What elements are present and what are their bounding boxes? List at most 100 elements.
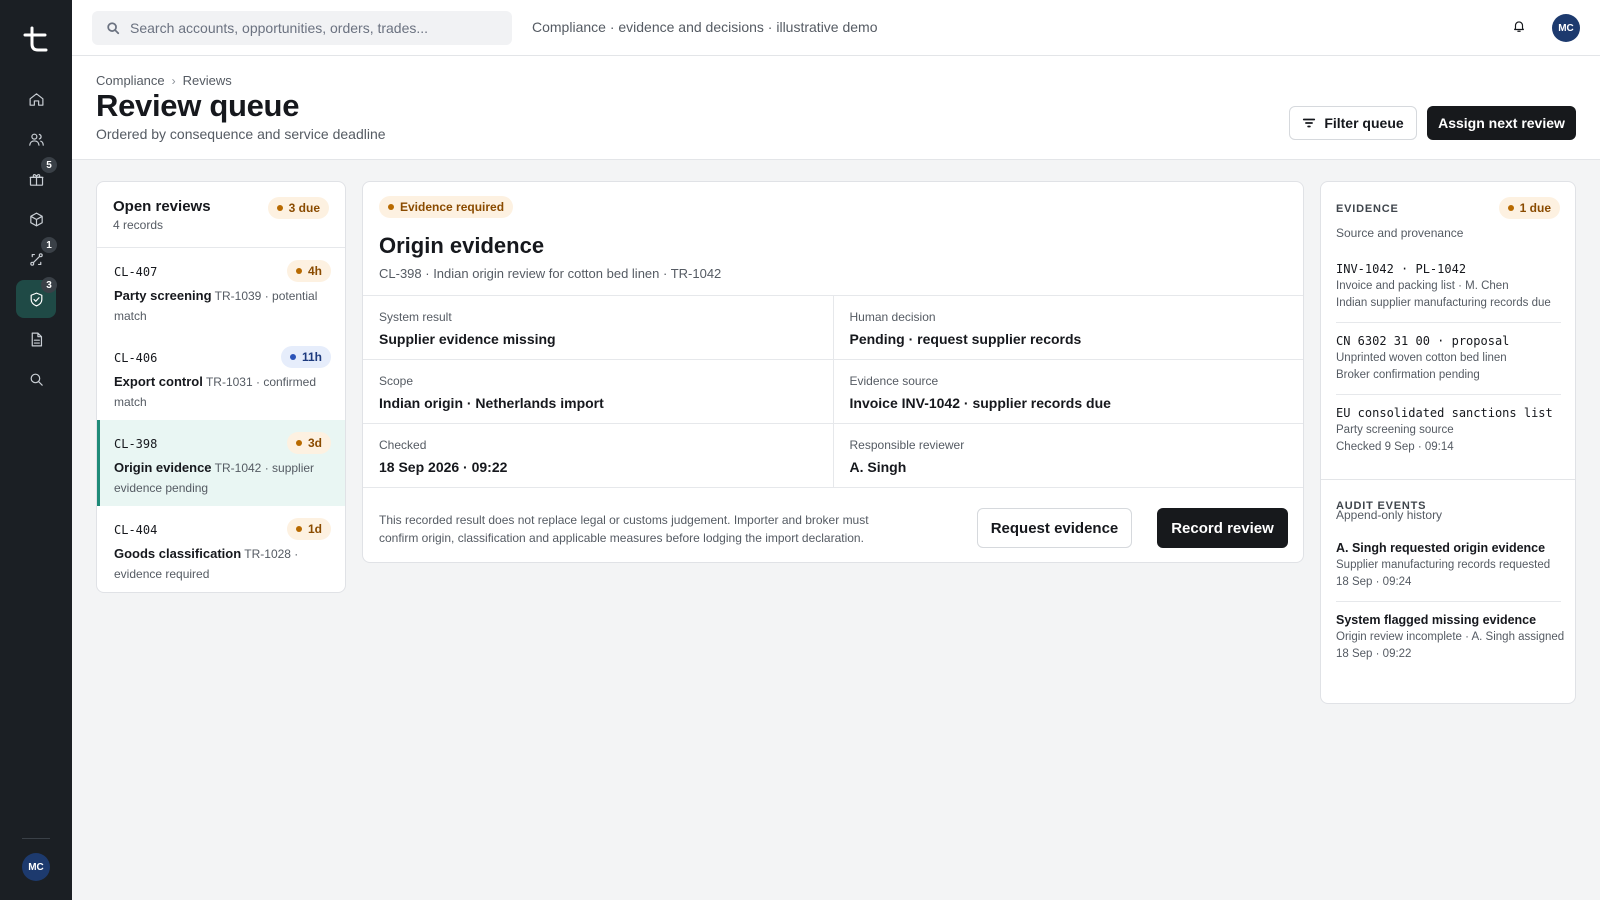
queue-item-ref: TR-1039 bbox=[214, 289, 262, 303]
assign-next-review-button[interactable]: Assign next review bbox=[1427, 106, 1576, 140]
nav-badge: 5 bbox=[41, 157, 57, 173]
evidence-subtitle: Source and provenance bbox=[1336, 226, 1464, 240]
audit-subtitle: Append-only history bbox=[1336, 508, 1443, 522]
filter-icon bbox=[1303, 118, 1316, 128]
queue-item-summary: Origin evidence TR-1042 · supplier evide… bbox=[114, 460, 315, 495]
nav-home[interactable] bbox=[16, 80, 56, 118]
notifications-button[interactable] bbox=[1512, 19, 1530, 37]
queue-item-summary: Party screening TR-1039 · potential matc… bbox=[114, 288, 318, 323]
page-header: Compliance › Reviews Review queue Ordere… bbox=[72, 56, 1600, 160]
nav-contacts[interactable] bbox=[16, 120, 56, 158]
queue-item-ref: TR-1042 bbox=[214, 461, 262, 475]
breadcrumb-separator: › bbox=[171, 73, 176, 88]
deadline-label: 3d bbox=[307, 436, 322, 450]
queue-item-ref: TR-1031 bbox=[205, 375, 253, 389]
topbar: Compliance · evidence and decisions · il… bbox=[72, 0, 1600, 56]
review-subtitle: CL-398 · Indian origin review for cotton… bbox=[379, 266, 722, 281]
field-checked: Checked 18 Sep 2026 · 09:22 bbox=[363, 424, 833, 487]
evidence-detail: Invoice and packing list · M. Chen bbox=[1336, 280, 1509, 292]
queue-item-title: Party screening bbox=[114, 288, 212, 303]
queue-item[interactable]: CL-407 4h Party screening TR-1039 · pote… bbox=[97, 248, 345, 334]
evidence-divider bbox=[1336, 322, 1561, 323]
queue-item-title: Goods classification bbox=[114, 546, 242, 561]
audit-event: System flagged missing evidence Origin r… bbox=[1336, 613, 1568, 661]
evidence-code: EU consolidated sanctions list bbox=[1336, 406, 1553, 420]
queue-item[interactable]: CL-406 11h Export control TR-1031 · conf… bbox=[97, 334, 345, 420]
evidence-detail: Broker confirmation pending bbox=[1336, 369, 1480, 381]
review-title: Origin evidence bbox=[379, 233, 545, 258]
field-label: Scope bbox=[379, 374, 414, 388]
nav-orders[interactable] bbox=[16, 200, 56, 238]
request-evidence-button[interactable]: Request evidence bbox=[977, 508, 1132, 548]
evidence-heading: EVIDENCE bbox=[1336, 203, 1399, 215]
due-badge-label: 1 due bbox=[1519, 201, 1551, 215]
due-badge-label: 3 due bbox=[288, 201, 320, 215]
field-value: Indian origin · Netherlands import bbox=[379, 395, 604, 411]
home-icon bbox=[29, 92, 43, 106]
status-badge-label: Evidence required bbox=[400, 200, 505, 214]
evidence-divider bbox=[1336, 394, 1561, 395]
deadline-label: 1d bbox=[307, 522, 322, 536]
audit-event-detail: Origin review incomplete · A. Singh assi… bbox=[1336, 631, 1565, 643]
sidebar: 5 1 3 MC bbox=[0, 0, 72, 900]
nav-search[interactable] bbox=[16, 360, 56, 398]
evidence-detail: Indian supplier manufacturing records du… bbox=[1336, 297, 1551, 309]
review-fields: System result Supplier evidence missing … bbox=[363, 295, 1303, 488]
queue-item-summary: Export control TR-1031 · confirmed match bbox=[114, 374, 317, 409]
field-human-decision: Human decision Pending · request supplie… bbox=[832, 296, 1304, 359]
nav-offers[interactable]: 5 bbox=[16, 157, 57, 198]
nav-badge: 3 bbox=[41, 277, 57, 293]
queue-item-title: Export control bbox=[114, 374, 203, 389]
evidence-item[interactable]: CN 6302 31 00 · proposal Unprinted woven… bbox=[1336, 334, 1561, 382]
field-system-result: System result Supplier evidence missing bbox=[363, 296, 833, 359]
filter-queue-label: Filter queue bbox=[1324, 115, 1404, 131]
app-logo[interactable] bbox=[21, 24, 51, 54]
field-label: Responsible reviewer bbox=[849, 438, 965, 452]
search-input[interactable] bbox=[130, 20, 500, 36]
search-icon bbox=[107, 22, 120, 35]
due-badge: 1 due bbox=[1498, 197, 1560, 219]
workflow-icon bbox=[29, 252, 43, 266]
review-detail-panel: Evidence required Origin evidence CL-398… bbox=[362, 181, 1304, 563]
nav-compliance[interactable]: 3 bbox=[16, 277, 57, 318]
package-icon bbox=[29, 212, 43, 226]
nav-trades[interactable]: 1 bbox=[16, 237, 57, 278]
field-value: Supplier evidence missing bbox=[379, 331, 556, 347]
evidence-code: INV-1042 · PL-1042 bbox=[1336, 262, 1467, 276]
users-icon bbox=[28, 133, 44, 146]
nav-documents[interactable] bbox=[16, 320, 56, 358]
context-label: Compliance · evidence and decisions · il… bbox=[532, 19, 878, 35]
avatar[interactable]: MC bbox=[22, 853, 50, 881]
queue-header: Open reviews 4 records 3 due bbox=[97, 182, 345, 248]
queue-item[interactable]: CL-404 1d Goods classification TR-1028 ·… bbox=[97, 506, 345, 592]
status-dot bbox=[295, 440, 302, 446]
field-label: System result bbox=[379, 310, 452, 324]
breadcrumb-link[interactable]: Compliance bbox=[96, 73, 165, 88]
avatar[interactable]: MC bbox=[1552, 14, 1580, 42]
filter-queue-button[interactable]: Filter queue bbox=[1289, 106, 1417, 140]
field-responsible-reviewer: Responsible reviewer A. Singh bbox=[832, 424, 1304, 487]
status-dot bbox=[276, 205, 283, 211]
search-icon bbox=[30, 373, 43, 386]
field-label: Checked bbox=[379, 438, 427, 452]
document-icon bbox=[31, 332, 42, 346]
global-search[interactable] bbox=[92, 11, 512, 45]
sidebar-divider bbox=[22, 838, 50, 839]
section-divider bbox=[1321, 479, 1575, 480]
gift-icon bbox=[29, 173, 43, 186]
queue-count: 4 records bbox=[113, 218, 164, 232]
evidence-item[interactable]: EU consolidated sanctions list Party scr… bbox=[1336, 406, 1561, 454]
queue-title: Open reviews bbox=[113, 198, 211, 215]
queue-item-ref: TR-1028 bbox=[244, 547, 291, 561]
audit-event-title: A. Singh requested origin evidence bbox=[1336, 541, 1546, 555]
audit-event-detail: Supplier manufacturing records requested bbox=[1336, 559, 1551, 571]
queue-item-id: CL-407 bbox=[114, 265, 158, 279]
deadline-badge: 3d bbox=[286, 432, 331, 454]
status-badge: Evidence required bbox=[379, 196, 514, 218]
audit-event: A. Singh requested origin evidence Suppl… bbox=[1336, 541, 1568, 589]
disclaimer-note: This recorded result does not replace le… bbox=[379, 513, 869, 545]
queue-item-selected[interactable]: CL-398 3d Origin evidence TR-1042 · supp… bbox=[97, 420, 345, 506]
audit-event-time: 18 Sep · 09:24 bbox=[1336, 576, 1412, 588]
evidence-item[interactable]: INV-1042 · PL-1042 Invoice and packing l… bbox=[1336, 262, 1561, 310]
record-review-button[interactable]: Record review bbox=[1157, 508, 1288, 548]
